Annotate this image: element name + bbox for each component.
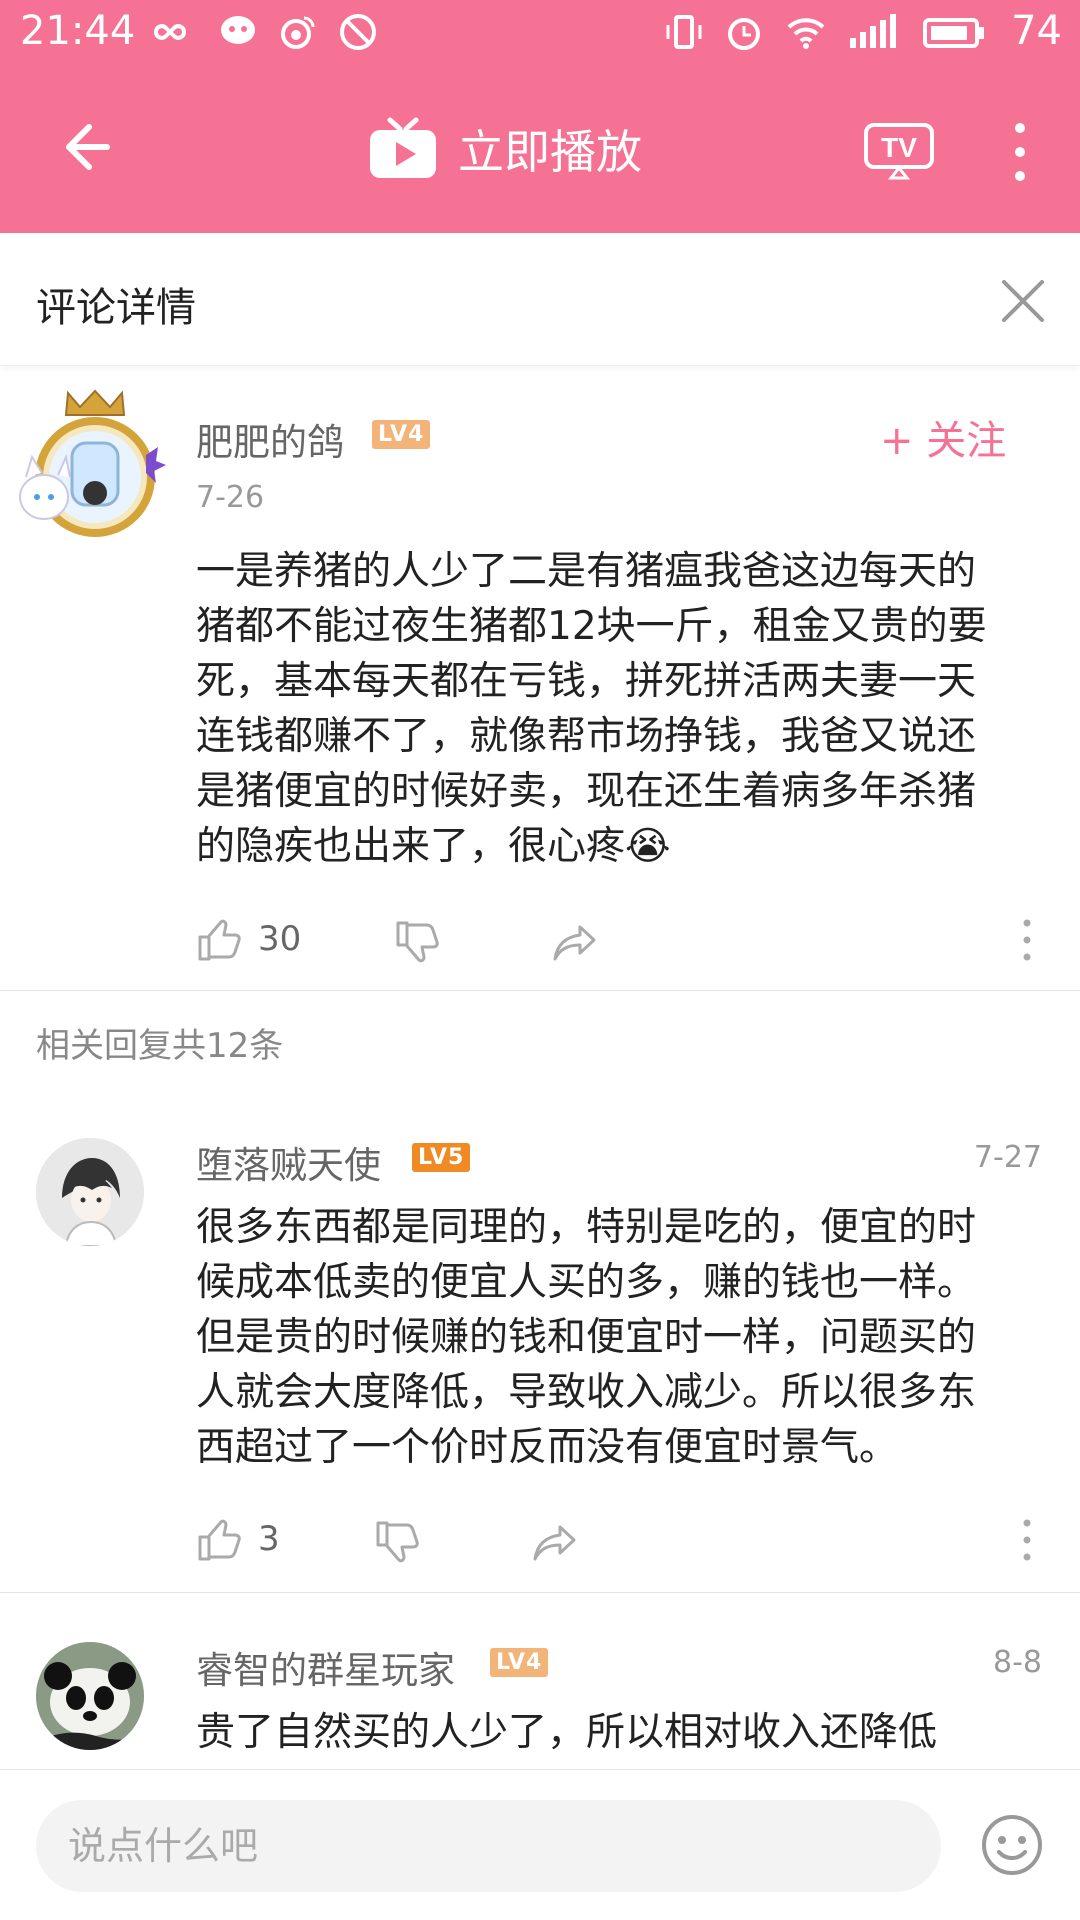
like-count: 3 <box>258 1519 280 1559</box>
reply-username[interactable]: 堕落贼天使 <box>196 1135 381 1189</box>
comment-actions: 30 <box>196 915 1046 965</box>
vibrate-icon <box>666 15 702 49</box>
wifi-icon <box>787 18 825 49</box>
reply-content: 贵了自然买的人少了，所以相对收入还降低 <box>196 1705 1046 1765</box>
page-title: 评论详情 <box>36 285 196 331</box>
reply-line: 贵了自然买的人少了，所以相对收入还降低 <box>196 1710 938 1755</box>
avatar[interactable] <box>36 1642 144 1750</box>
share-icon[interactable] <box>552 919 598 965</box>
thumbs-down-icon[interactable] <box>394 919 440 965</box>
follow-button[interactable]: + 关注 <box>880 408 1006 466</box>
reply-line: 候成本低卖的便宜人买的多，赚的钱也一样。 <box>196 1260 977 1305</box>
svg-text:TV: TV <box>881 132 917 163</box>
more-options-icon[interactable] <box>1000 120 1040 184</box>
status-time: 21:44 <box>20 8 136 54</box>
status-bar: 21:44 74 <box>0 0 1080 62</box>
thumbs-up-icon[interactable] <box>196 917 242 963</box>
comment-line: 猪都不能过夜生猪都12块一斤，租金又贵的要 <box>196 604 987 649</box>
comment-line: 一是养猪的人少了二是有猪瘟我爸这边每天的 <box>196 549 977 594</box>
comment-date: 7-26 <box>196 480 265 515</box>
level-badge: LV4 <box>372 420 431 449</box>
alarm-icon <box>728 18 760 50</box>
signal-icon <box>850 14 896 48</box>
battery-icon <box>923 18 984 48</box>
back-arrow-icon[interactable] <box>55 117 115 177</box>
replies-count: 相关回复共12条 <box>36 1026 284 1066</box>
play-now-button[interactable]: 立即播放 <box>368 114 642 184</box>
avatar-anime-boy-image <box>36 1138 144 1246</box>
divider <box>0 1592 1080 1593</box>
comment-line: 是猪便宜的时候好卖，现在还生着病多年杀猪 <box>196 769 977 814</box>
comment-input-bar: 说点什么吧 <box>0 1769 1080 1920</box>
do-not-disturb-icon <box>340 14 376 50</box>
comment-username[interactable]: 肥肥的鸽 <box>196 412 344 466</box>
reply-actions: 3 <box>196 1515 1046 1565</box>
reply-content: 很多东西都是同理的，特别是吃的，便宜的时 候成本低卖的便宜人买的多，赚的钱也一样… <box>196 1200 1046 1475</box>
play-now-label: 立即播放 <box>458 125 642 179</box>
comment-line: 的隐疾也出来了，很心疼😭 <box>196 824 671 869</box>
reply-username[interactable]: 睿智的群星玩家 <box>196 1640 455 1694</box>
divider <box>0 990 1080 991</box>
level-badge: LV4 <box>490 1648 549 1677</box>
reply-line: 西超过了一个价时反而没有便宜时景气。 <box>196 1425 899 1470</box>
share-icon[interactable] <box>532 1519 578 1565</box>
comment-input[interactable]: 说点什么吧 <box>36 1800 941 1892</box>
comment-more-icon[interactable] <box>1012 917 1042 963</box>
infinity-icon <box>153 24 187 40</box>
comment-content: 一是养猪的人少了二是有猪瘟我爸这边每天的 猪都不能过夜生猪都12块一斤，租金又贵… <box>196 544 1046 874</box>
reply-line: 很多东西都是同理的，特别是吃的，便宜的时 <box>196 1205 977 1250</box>
app-bar: 立即播放 TV <box>0 62 1080 233</box>
weibo-icon <box>281 16 315 49</box>
comment-line: 死，基本每天都在亏钱，拼死拼活两夫妻一天 <box>196 659 977 704</box>
chat-app-icon <box>221 16 255 44</box>
comment-line: 连钱都赚不了，就像帮市场挣钱，我爸又说还 <box>196 714 977 759</box>
level-badge: LV5 <box>412 1143 471 1172</box>
emoji-icon[interactable] <box>980 1813 1044 1877</box>
reply-more-icon[interactable] <box>1012 1517 1042 1563</box>
reply-date: 7-27 <box>973 1140 1042 1175</box>
tv-cast-icon[interactable]: TV <box>863 122 935 180</box>
like-count: 30 <box>258 919 302 959</box>
reply-date: 8-8 <box>993 1645 1042 1680</box>
thumbs-down-icon[interactable] <box>374 1519 420 1565</box>
comment-detail-header: 评论详情 <box>0 233 1080 366</box>
avatar[interactable] <box>36 1138 144 1246</box>
avatar-crown-bottle-image <box>19 389 166 537</box>
avatar-panda-image <box>36 1642 144 1750</box>
avatar[interactable] <box>10 385 180 545</box>
battery-level: 74 <box>1011 8 1062 54</box>
reply-line: 但是贵的时候赚的钱和便宜时一样，问题买的 <box>196 1315 977 1360</box>
tv-play-icon <box>370 117 436 178</box>
reply-line: 人就会大度降低，导致收入减少。所以很多东 <box>196 1370 977 1415</box>
close-icon[interactable] <box>1000 278 1046 324</box>
thumbs-up-icon[interactable] <box>196 1517 242 1563</box>
